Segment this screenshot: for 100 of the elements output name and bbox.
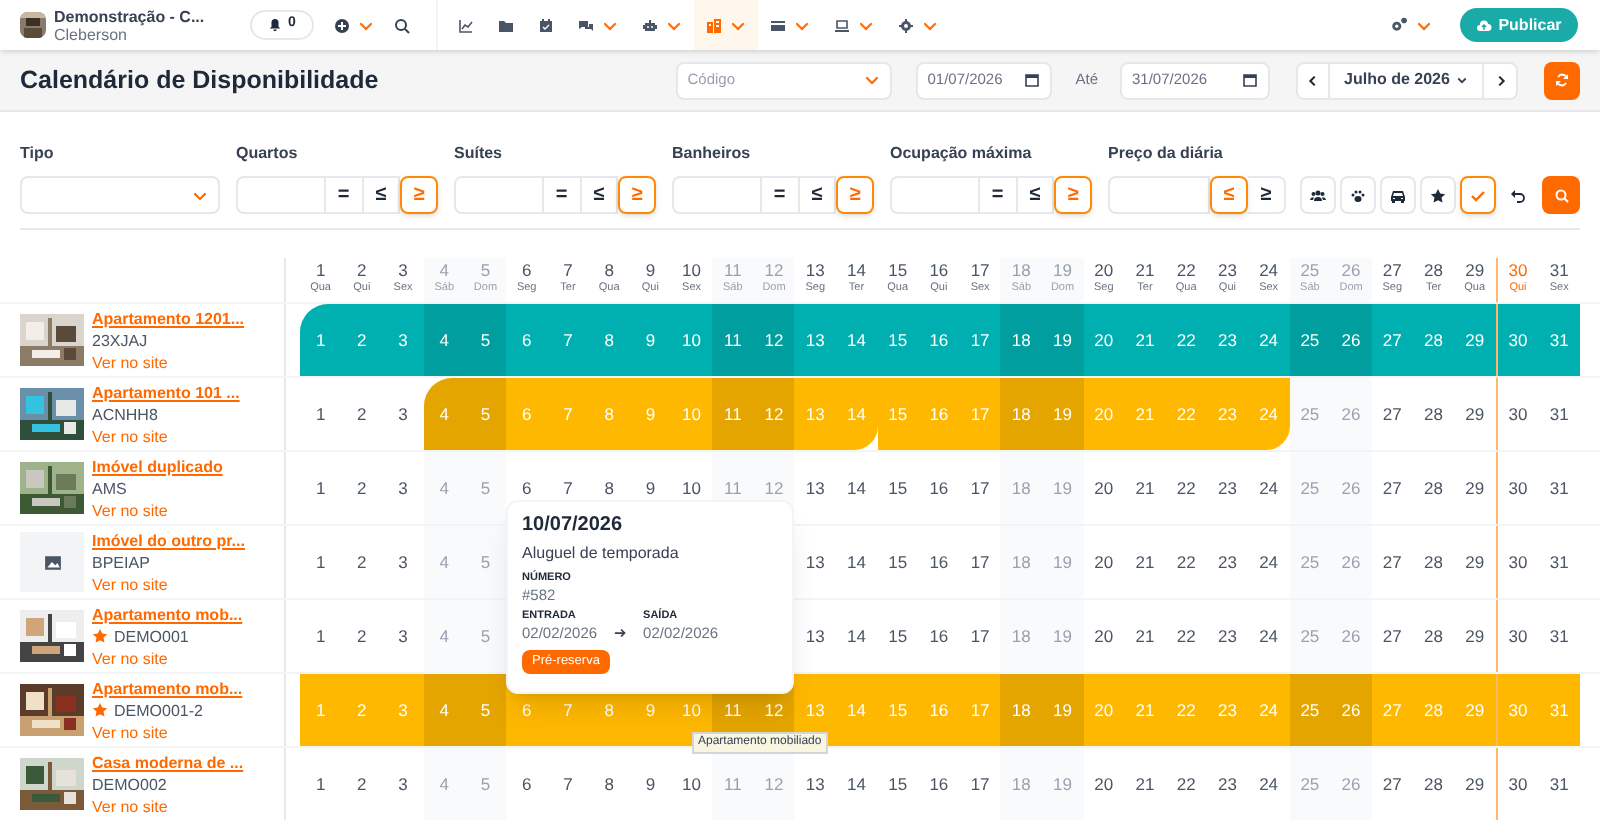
day-cell[interactable]: 11 xyxy=(723,475,742,501)
day-cell[interactable]: 15 xyxy=(888,549,908,575)
day-cell[interactable]: 22 xyxy=(1176,697,1196,723)
operator-button[interactable]: ≤ xyxy=(799,176,837,214)
day-cell[interactable]: 16 xyxy=(929,327,949,353)
day-cell[interactable]: 27 xyxy=(1382,401,1402,427)
day-cell[interactable]: 27 xyxy=(1382,771,1402,797)
day-cell[interactable]: 3 xyxy=(398,697,408,723)
day-cell[interactable]: 24 xyxy=(1259,549,1279,575)
day-cell[interactable]: 27 xyxy=(1382,549,1402,575)
day-cell[interactable]: 11 xyxy=(723,327,742,353)
day-cell[interactable]: 5 xyxy=(480,475,491,501)
day-cell[interactable]: 17 xyxy=(970,327,990,353)
day-cell[interactable]: 19 xyxy=(1053,327,1072,353)
day-cell[interactable]: 20 xyxy=(1094,327,1114,353)
day-cell[interactable]: 27 xyxy=(1382,623,1402,649)
day-cell[interactable]: 14 xyxy=(846,327,866,353)
day-cell[interactable]: 25 xyxy=(1300,771,1320,797)
day-cell[interactable]: 24 xyxy=(1259,475,1279,501)
previous-month-button[interactable] xyxy=(1296,61,1330,99)
day-cell[interactable]: 10 xyxy=(682,401,702,427)
property-name-link[interactable]: Imóvel duplicado xyxy=(92,455,223,477)
day-cell[interactable]: 9 xyxy=(645,327,656,353)
day-cell[interactable]: 3 xyxy=(398,475,408,501)
day-cell[interactable]: 26 xyxy=(1341,697,1361,723)
day-cell[interactable]: 2 xyxy=(357,549,367,575)
day-cell[interactable]: 30 xyxy=(1508,327,1528,353)
day-cell[interactable]: 26 xyxy=(1341,475,1361,501)
number-field[interactable] xyxy=(236,176,326,214)
day-cell[interactable]: 5 xyxy=(480,771,491,797)
property-name-link[interactable]: Apartamento mob... xyxy=(92,677,243,699)
day-cell[interactable]: 14 xyxy=(846,623,866,649)
day-cell[interactable]: 13 xyxy=(805,401,825,427)
operator-button[interactable]: = xyxy=(762,176,800,214)
day-cell[interactable]: 7 xyxy=(563,327,573,353)
view-site-link[interactable]: Ver no site xyxy=(92,351,245,373)
day-cell[interactable]: 29 xyxy=(1465,401,1485,427)
day-cell[interactable]: 19 xyxy=(1053,549,1072,575)
day-cell[interactable]: 21 xyxy=(1135,771,1155,797)
number-field[interactable] xyxy=(890,176,980,214)
day-cell[interactable]: 22 xyxy=(1176,475,1196,501)
day-cell[interactable]: 27 xyxy=(1382,327,1402,353)
day-cell[interactable]: 6 xyxy=(521,771,532,797)
settings-menu[interactable] xyxy=(1390,16,1432,34)
day-cell[interactable]: 29 xyxy=(1465,549,1485,575)
view-site-link[interactable]: Ver no site xyxy=(92,573,245,595)
day-cell[interactable]: 20 xyxy=(1094,475,1114,501)
day-cell[interactable]: 12 xyxy=(764,327,784,353)
day-cell[interactable]: 5 xyxy=(480,697,491,723)
day-cell[interactable]: 16 xyxy=(929,549,949,575)
day-cell[interactable]: 11 xyxy=(723,771,742,797)
day-cell[interactable]: 8 xyxy=(604,401,614,427)
day-cell[interactable]: 17 xyxy=(970,623,990,649)
operator-button[interactable]: = xyxy=(980,176,1018,214)
day-cell[interactable]: 7 xyxy=(563,771,573,797)
day-cell[interactable]: 10 xyxy=(682,771,702,797)
day-cell[interactable]: 24 xyxy=(1259,401,1279,427)
day-cell[interactable]: 14 xyxy=(846,697,866,723)
operator-button[interactable]: ≤ xyxy=(1017,176,1055,214)
booking-bar[interactable] xyxy=(423,378,879,450)
property-name-link[interactable]: Casa moderna de ... xyxy=(92,751,244,773)
publish-button[interactable]: Publicar xyxy=(1460,8,1578,42)
day-cell[interactable]: 9 xyxy=(645,475,656,501)
day-cell[interactable]: 4 xyxy=(439,771,449,797)
day-cell[interactable]: 21 xyxy=(1135,401,1155,427)
operator-button[interactable]: ≤ xyxy=(363,176,401,214)
day-cell[interactable]: 15 xyxy=(888,771,908,797)
day-cell[interactable]: 12 xyxy=(764,401,784,427)
day-cell[interactable]: 31 xyxy=(1549,327,1569,353)
day-cell[interactable]: 15 xyxy=(888,697,908,723)
day-cell[interactable]: 18 xyxy=(1011,697,1031,723)
day-cell[interactable]: 23 xyxy=(1217,697,1237,723)
operator-button[interactable]: = xyxy=(544,176,582,214)
day-cell[interactable]: 15 xyxy=(888,623,908,649)
day-cell[interactable]: 24 xyxy=(1259,697,1279,723)
day-cell[interactable]: 21 xyxy=(1135,697,1155,723)
day-cell[interactable]: 2 xyxy=(357,771,367,797)
day-cell[interactable]: 6 xyxy=(521,475,532,501)
day-cell[interactable]: 4 xyxy=(439,475,449,501)
operator-button[interactable]: ≥ xyxy=(400,176,438,214)
day-cell[interactable]: 15 xyxy=(888,475,908,501)
day-cell[interactable]: 20 xyxy=(1094,697,1114,723)
day-cell[interactable]: 18 xyxy=(1011,327,1031,353)
day-cell[interactable]: 8 xyxy=(604,327,614,353)
day-cell[interactable]: 4 xyxy=(439,549,449,575)
day-cell[interactable]: 29 xyxy=(1465,623,1485,649)
day-cell[interactable]: 21 xyxy=(1135,327,1155,353)
day-cell[interactable]: 5 xyxy=(480,623,491,649)
day-cell[interactable]: 3 xyxy=(398,549,408,575)
day-cell[interactable]: 24 xyxy=(1259,771,1279,797)
day-cell[interactable]: 3 xyxy=(398,401,408,427)
day-cell[interactable]: 1 xyxy=(315,549,326,575)
day-cell[interactable]: 25 xyxy=(1300,475,1320,501)
day-cell[interactable]: 12 xyxy=(764,475,784,501)
view-site-link[interactable]: Ver no site xyxy=(92,425,240,447)
day-cell[interactable]: 20 xyxy=(1094,771,1114,797)
filter-toggle[interactable] xyxy=(1460,176,1496,214)
day-cell[interactable]: 5 xyxy=(480,327,491,353)
day-cell[interactable]: 28 xyxy=(1424,549,1443,575)
day-cell[interactable]: 25 xyxy=(1300,623,1320,649)
